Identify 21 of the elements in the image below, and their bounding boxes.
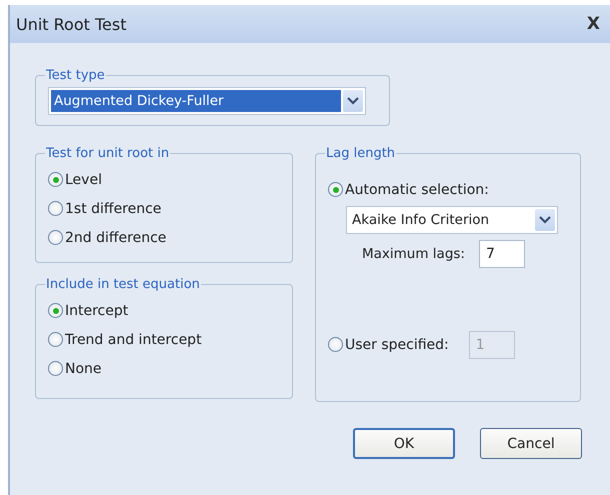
max-lags-field[interactable]: 7 bbox=[478, 240, 525, 268]
radio-option[interactable]: 1st difference bbox=[48, 194, 162, 223]
group-title: Include in test equation bbox=[45, 277, 201, 292]
group-title: Test type bbox=[45, 68, 106, 83]
chevron-down-icon[interactable] bbox=[343, 90, 363, 112]
radio-option[interactable]: Intercept bbox=[48, 296, 128, 325]
radio-option[interactable]: 2nd difference bbox=[48, 223, 166, 252]
cancel-button[interactable]: Cancel bbox=[480, 428, 582, 459]
window-title: Unit Root Test bbox=[16, 14, 126, 34]
group-title: Test for unit root in bbox=[45, 146, 170, 161]
criterion-dropdown[interactable]: Akaike Info Criterion bbox=[346, 206, 558, 234]
radio-option[interactable]: Level bbox=[48, 165, 102, 194]
ok-button[interactable]: OK bbox=[353, 428, 455, 459]
radio-option[interactable]: Automatic selection: bbox=[328, 175, 489, 204]
test-type-dropdown[interactable]: Augmented Dickey-Fuller bbox=[48, 87, 366, 115]
group-title: Lag length bbox=[325, 146, 396, 161]
close-button[interactable]: X bbox=[584, 14, 602, 34]
radio-option[interactable]: Trend and intercept bbox=[48, 325, 202, 354]
field-label: Maximum lags: bbox=[362, 246, 465, 262]
radio-option[interactable]: None bbox=[48, 354, 102, 383]
chevron-down-icon[interactable] bbox=[535, 209, 555, 231]
